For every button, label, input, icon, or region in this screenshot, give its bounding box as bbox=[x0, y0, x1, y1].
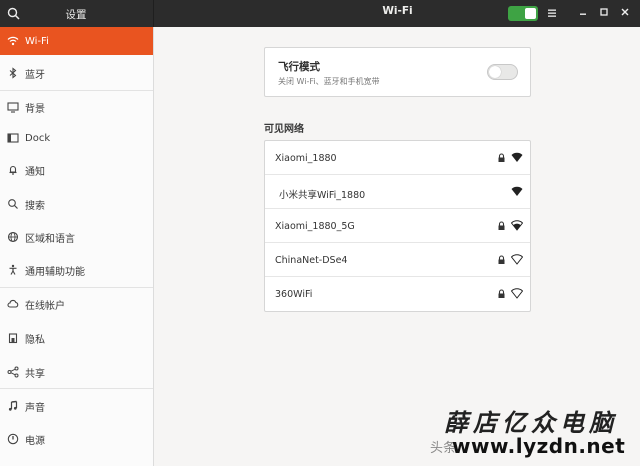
network-list: Xiaomi_1880 小米共享WiFi_1880 Xiaomi_1880_5G… bbox=[264, 140, 531, 312]
sidebar-item-label: 蓝牙 bbox=[25, 69, 45, 81]
background-icon bbox=[7, 101, 19, 113]
sidebar-item-privacy[interactable]: 隐私 bbox=[0, 324, 153, 352]
settings-title: 设置 bbox=[65, 9, 87, 21]
wifi-signal-weak-icon bbox=[510, 254, 524, 265]
power-icon bbox=[7, 433, 19, 445]
sidebar-item-sound[interactable]: 声音 bbox=[0, 392, 153, 420]
cloud-icon bbox=[7, 298, 19, 310]
airplane-mode-toggle[interactable] bbox=[487, 64, 518, 80]
sidebar-item-label: 在线帐户 bbox=[25, 300, 65, 312]
lock-icon bbox=[497, 255, 506, 265]
header-bar: 设置 Wi-Fi bbox=[0, 0, 640, 27]
sidebar-item-region[interactable]: 区域和语言 bbox=[0, 223, 153, 251]
wifi-signal-weak-icon bbox=[510, 288, 524, 299]
network-row[interactable]: ChinaNet-DSe4 bbox=[265, 243, 530, 277]
lock-icon bbox=[497, 153, 506, 163]
globe-icon bbox=[7, 231, 19, 243]
network-name: Xiaomi_1880_5G bbox=[275, 221, 355, 232]
sidebar-item-label: Dock bbox=[25, 132, 51, 144]
page-title: Wi-Fi bbox=[382, 5, 413, 17]
sidebar-item-label: Wi-Fi bbox=[25, 35, 49, 47]
wifi-signal-full-icon bbox=[511, 152, 523, 163]
sidebar-item-accessibility[interactable]: 通用辅助功能 bbox=[0, 256, 153, 284]
sidebar-item-dock[interactable]: Dock bbox=[0, 124, 153, 152]
sidebar-item-label: 声音 bbox=[25, 402, 45, 414]
toggle-knob bbox=[489, 66, 501, 78]
network-name: 小米共享WiFi_1880 bbox=[279, 190, 366, 201]
sidebar-item-online-accounts[interactable]: 在线帐户 bbox=[0, 290, 153, 318]
privacy-icon bbox=[7, 332, 19, 344]
share-icon bbox=[7, 366, 19, 378]
lock-icon bbox=[497, 221, 506, 231]
wifi-icon bbox=[7, 35, 19, 47]
sidebar-item-notifications[interactable]: 通知 bbox=[0, 156, 153, 184]
main-content: 飞行模式 关闭 Wi-Fi、蓝牙和手机宽带 可见网络 Xiaomi_1880 小… bbox=[155, 27, 640, 466]
header-divider bbox=[153, 0, 154, 27]
music-note-icon bbox=[7, 400, 19, 412]
sidebar-item-label: 电源 bbox=[25, 435, 45, 447]
wifi-signal-full-icon bbox=[511, 186, 523, 197]
network-row[interactable]: Xiaomi_1880_5G bbox=[265, 209, 530, 243]
wifi-switch[interactable] bbox=[508, 6, 538, 21]
lock-icon bbox=[497, 289, 506, 299]
search-icon bbox=[7, 198, 19, 210]
sidebar-item-wifi[interactable]: Wi-Fi bbox=[0, 27, 153, 55]
sidebar-separator bbox=[0, 287, 153, 288]
network-row[interactable]: 小米共享WiFi_1880 bbox=[265, 175, 530, 209]
sidebar-item-power[interactable]: 电源 bbox=[0, 425, 153, 453]
watermark-calligraphy: 薛店亿众电脑 bbox=[444, 408, 618, 437]
sidebar-item-label: 共享 bbox=[25, 368, 45, 380]
bell-icon bbox=[7, 164, 19, 176]
sidebar: Wi-Fi 蓝牙 背景 Dock 通知 搜索 区域和语言 通用辅助功能 在线帐户… bbox=[0, 27, 154, 466]
accessibility-icon bbox=[7, 264, 19, 276]
visible-networks-title: 可见网络 bbox=[264, 124, 304, 135]
sidebar-item-search[interactable]: 搜索 bbox=[0, 190, 153, 218]
sidebar-separator bbox=[0, 388, 153, 389]
network-name: Xiaomi_1880 bbox=[275, 153, 337, 164]
sidebar-item-label: 区域和语言 bbox=[25, 233, 75, 245]
minimize-icon[interactable] bbox=[577, 6, 589, 18]
airplane-mode-card: 飞行模式 关闭 Wi-Fi、蓝牙和手机宽带 bbox=[264, 47, 531, 97]
sidebar-separator bbox=[0, 90, 153, 91]
airplane-mode-title: 飞行模式 bbox=[278, 61, 320, 73]
sidebar-item-label: 隐私 bbox=[25, 334, 45, 346]
sidebar-item-label: 搜索 bbox=[25, 200, 45, 212]
network-name: ChinaNet-DSe4 bbox=[275, 255, 348, 266]
wifi-signal-good-icon bbox=[510, 220, 524, 231]
bluetooth-icon bbox=[7, 67, 19, 79]
close-icon[interactable] bbox=[619, 6, 631, 18]
maximize-icon[interactable] bbox=[598, 6, 610, 18]
network-row[interactable]: 360WiFi bbox=[265, 277, 530, 311]
sidebar-item-label: 通知 bbox=[25, 166, 45, 178]
sidebar-item-sharing[interactable]: 共享 bbox=[0, 358, 153, 386]
airplane-mode-subtitle: 关闭 Wi-Fi、蓝牙和手机宽带 bbox=[278, 77, 380, 86]
network-row[interactable]: Xiaomi_1880 bbox=[265, 141, 530, 175]
menu-icon[interactable] bbox=[546, 7, 558, 19]
network-name: 360WiFi bbox=[275, 289, 313, 300]
sidebar-item-label: 通用辅助功能 bbox=[25, 266, 85, 278]
sidebar-item-bluetooth[interactable]: 蓝牙 bbox=[0, 59, 153, 87]
dock-icon bbox=[7, 132, 19, 144]
wifi-switch-knob bbox=[525, 8, 536, 19]
sidebar-item-label: 背景 bbox=[25, 103, 45, 115]
watermark-url: www.lyzdn.net bbox=[452, 434, 626, 458]
sidebar-item-background[interactable]: 背景 bbox=[0, 93, 153, 121]
